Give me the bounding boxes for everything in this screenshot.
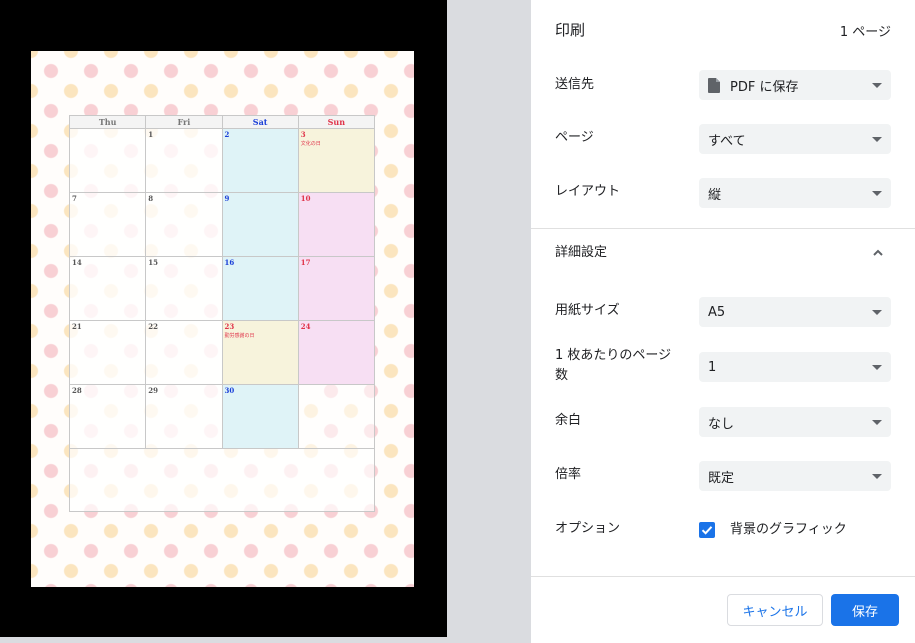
day-number: 29 xyxy=(148,386,158,395)
background-graphics-checkbox[interactable] xyxy=(699,522,715,538)
save-button[interactable]: 保存 xyxy=(831,594,899,626)
calendar-weekday-header: Sun xyxy=(297,115,376,129)
calendar-day-cell: 10 xyxy=(297,192,376,257)
pages-label: ページ xyxy=(555,130,594,145)
calendar-week-row: 1 2 3 文化の日 xyxy=(68,128,376,193)
day-number: 14 xyxy=(72,258,82,267)
chevron-down-icon xyxy=(872,420,882,425)
preview-page: Thu Fri Sat Sun 1 2 3 文化の日 7 8 9 10 14 15 16 17 21 22 23 勤… xyxy=(31,51,414,587)
background-graphics-label[interactable]: 背景のグラフィック xyxy=(730,520,847,540)
calendar-day-cell: 22 xyxy=(145,320,223,385)
preview-background: Thu Fri Sat Sun 1 2 3 文化の日 7 8 9 10 14 15 16 17 21 22 23 勤… xyxy=(0,0,447,637)
destination-label: 送信先 xyxy=(555,77,595,92)
day-number: 8 xyxy=(148,194,154,203)
pages-per-sheet-select[interactable]: 1 xyxy=(699,352,891,382)
calendar-day-cell: 15 xyxy=(145,256,223,321)
margins-value: なし xyxy=(708,416,735,432)
cancel-button[interactable]: キャンセル xyxy=(727,594,823,626)
calendar-day-cell: 8 xyxy=(145,192,223,257)
calendar-day-cell: 1 xyxy=(145,128,223,193)
day-number: 30 xyxy=(224,386,235,395)
layout-select[interactable]: 縦 xyxy=(699,178,891,208)
calendar-day-cell: 3 文化の日 xyxy=(297,128,376,193)
calendar-day-cell: 24 xyxy=(297,320,376,385)
print-settings-panel: 印刷 1 ページ 送信先 PDF に保存 ページ すべて レイアウト 縦 詳細設… xyxy=(531,0,915,643)
pages-select[interactable]: すべて xyxy=(699,124,891,154)
footer-divider xyxy=(531,576,915,577)
calendar-day-cell xyxy=(297,384,376,449)
calendar-day-cell: 30 xyxy=(221,384,299,449)
calendar-day-cell: 9 xyxy=(221,192,299,257)
calendar-weekday-header: Sat xyxy=(221,115,299,129)
paper-size-value: A5 xyxy=(708,304,726,320)
section-divider xyxy=(531,228,915,229)
calendar-day-cell: 16 xyxy=(221,256,299,321)
chevron-down-icon xyxy=(872,310,882,315)
panel-title: 印刷 xyxy=(555,21,586,39)
checkmark-icon xyxy=(701,526,713,535)
page-count: 1 ページ xyxy=(839,25,891,40)
calendar-day-cell: 2 xyxy=(221,128,299,193)
chevron-down-icon xyxy=(872,137,882,142)
calendar-header-row: Thu Fri Sat Sun xyxy=(68,115,376,129)
day-number: 24 xyxy=(300,322,311,331)
chevron-up-icon[interactable] xyxy=(871,246,885,260)
calendar-notes-cell xyxy=(69,448,375,512)
chevron-down-icon xyxy=(872,474,882,479)
advanced-settings-toggle[interactable]: 詳細設定 xyxy=(555,243,607,263)
margins-label: 余白 xyxy=(555,413,582,428)
day-number: 28 xyxy=(72,386,82,395)
print-preview-area: Thu Fri Sat Sun 1 2 3 文化の日 7 8 9 10 14 15 16 17 21 22 23 勤… xyxy=(0,0,531,643)
calendar-day-cell: 17 xyxy=(297,256,376,321)
options-label: オプション xyxy=(555,521,621,536)
holiday-name: 勤労感謝の日 xyxy=(224,333,255,339)
day-number: 7 xyxy=(72,194,77,203)
holiday-name: 文化の日 xyxy=(300,141,321,147)
scale-value: 既定 xyxy=(708,470,735,486)
calendar-day-cell: 23 勤労感謝の日 xyxy=(221,320,299,385)
margins-select[interactable]: なし xyxy=(699,407,891,437)
chevron-down-icon xyxy=(872,191,882,196)
calendar-table: Thu Fri Sat Sun 1 2 3 文化の日 7 8 9 10 14 15 16 17 21 22 23 勤… xyxy=(68,115,376,512)
pages-per-sheet-label: 1 枚あたりのページ数 xyxy=(555,348,672,383)
day-number: 2 xyxy=(224,130,230,139)
day-number: 1 xyxy=(148,130,154,139)
calendar-week-row: 21 22 23 勤労感謝の日 24 xyxy=(68,320,376,385)
day-number: 22 xyxy=(148,322,158,331)
calendar-week-row: 7 8 9 10 xyxy=(68,192,376,257)
calendar-week-row: 28 29 30 xyxy=(68,384,376,449)
calendar-notes-row xyxy=(69,448,375,512)
layout-label: レイアウト xyxy=(555,184,621,199)
day-number: 3 xyxy=(300,130,306,139)
calendar-week-row: 14 15 16 17 xyxy=(68,256,376,321)
calendar-day-cell xyxy=(68,128,147,193)
pages-per-sheet-value: 1 xyxy=(708,359,717,375)
calendar-day-cell: 7 xyxy=(68,192,147,257)
layout-value: 縦 xyxy=(708,187,722,203)
calendar-body: 1 2 3 文化の日 7 8 9 10 14 15 16 17 21 22 23 勤労感謝の日 24 28 29 30 xyxy=(68,128,376,512)
day-number: 10 xyxy=(300,194,311,203)
day-number: 23 xyxy=(224,322,235,331)
day-number: 15 xyxy=(148,258,158,267)
scale-label: 倍率 xyxy=(555,467,582,482)
day-number: 21 xyxy=(72,322,82,331)
paper-size-select[interactable]: A5 xyxy=(699,297,891,327)
chevron-down-icon xyxy=(872,83,882,88)
calendar-day-cell: 28 xyxy=(68,384,147,449)
day-number: 9 xyxy=(224,194,230,203)
destination-value: PDF に保存 xyxy=(730,79,799,95)
calendar-day-cell: 14 xyxy=(68,256,147,321)
scale-select[interactable]: 既定 xyxy=(699,461,891,491)
day-number: 16 xyxy=(224,258,235,267)
calendar-day-cell: 29 xyxy=(145,384,223,449)
destination-select[interactable]: PDF に保存 xyxy=(699,70,891,100)
calendar-day-cell: 21 xyxy=(68,320,147,385)
day-number: 17 xyxy=(300,258,311,267)
calendar-weekday-header: Thu xyxy=(68,115,147,129)
document-icon xyxy=(708,77,720,93)
paper-size-label: 用紙サイズ xyxy=(555,303,620,318)
pages-value: すべて xyxy=(708,133,746,149)
calendar-weekday-header: Fri xyxy=(145,115,223,129)
chevron-down-icon xyxy=(872,365,882,370)
